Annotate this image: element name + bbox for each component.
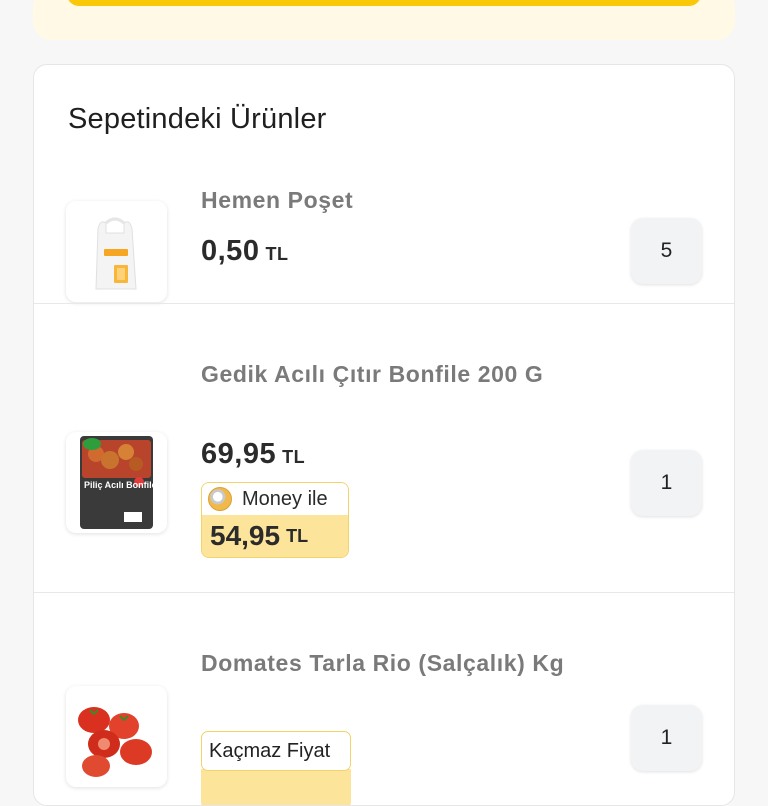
meat-package-icon: Piliç Acılı Bonfile (80, 436, 157, 529)
cart-items-card: Sepetindeki Ürünler Hemen Poşet 0,50 TL 5 (33, 64, 735, 806)
item-divider (34, 592, 734, 593)
money-price: 54,95 TL (202, 515, 348, 557)
product-name[interactable]: Domates Tarla Rio (Salçalık) Kg (201, 648, 571, 678)
product-image[interactable] (66, 201, 167, 302)
product-price: 0,50 TL (201, 235, 288, 268)
money-price-currency: TL (286, 525, 309, 546)
product-image[interactable] (66, 686, 167, 787)
kacmaz-fiyat-badge: Kaçmaz Fiyat (201, 731, 351, 771)
bag-icon (95, 217, 137, 290)
price-currency: TL (265, 244, 289, 264)
product-name[interactable]: Gedik Acılı Çıtır Bonfile 200 G (201, 359, 571, 389)
cart-section-title: Sepetindeki Ürünler (68, 103, 327, 135)
quantity-stepper[interactable]: 1 (631, 705, 702, 771)
checkout-summary-card (33, 0, 735, 40)
tomato-icon (78, 707, 152, 777)
product-image[interactable]: Piliç Acılı Bonfile (66, 432, 167, 533)
price-value: 0,50 (201, 235, 260, 267)
money-label: Money ile (242, 487, 328, 510)
badge-price-strip (201, 769, 351, 805)
product-name[interactable]: Hemen Poşet (201, 185, 571, 215)
product-image-text: Piliç Acılı Bonfile (84, 480, 157, 490)
money-price-value: 54,95 (210, 520, 281, 551)
quantity-stepper[interactable]: 5 (631, 218, 702, 284)
item-divider (34, 303, 734, 304)
price-currency: TL (282, 447, 306, 467)
product-price: 69,95 TL (201, 438, 305, 471)
money-discount-box: Money ile 54,95 TL (201, 482, 349, 558)
price-value: 69,95 (201, 438, 277, 470)
checkout-button[interactable] (67, 0, 701, 6)
quantity-stepper[interactable]: 1 (631, 450, 702, 516)
money-coin-icon (208, 487, 232, 511)
